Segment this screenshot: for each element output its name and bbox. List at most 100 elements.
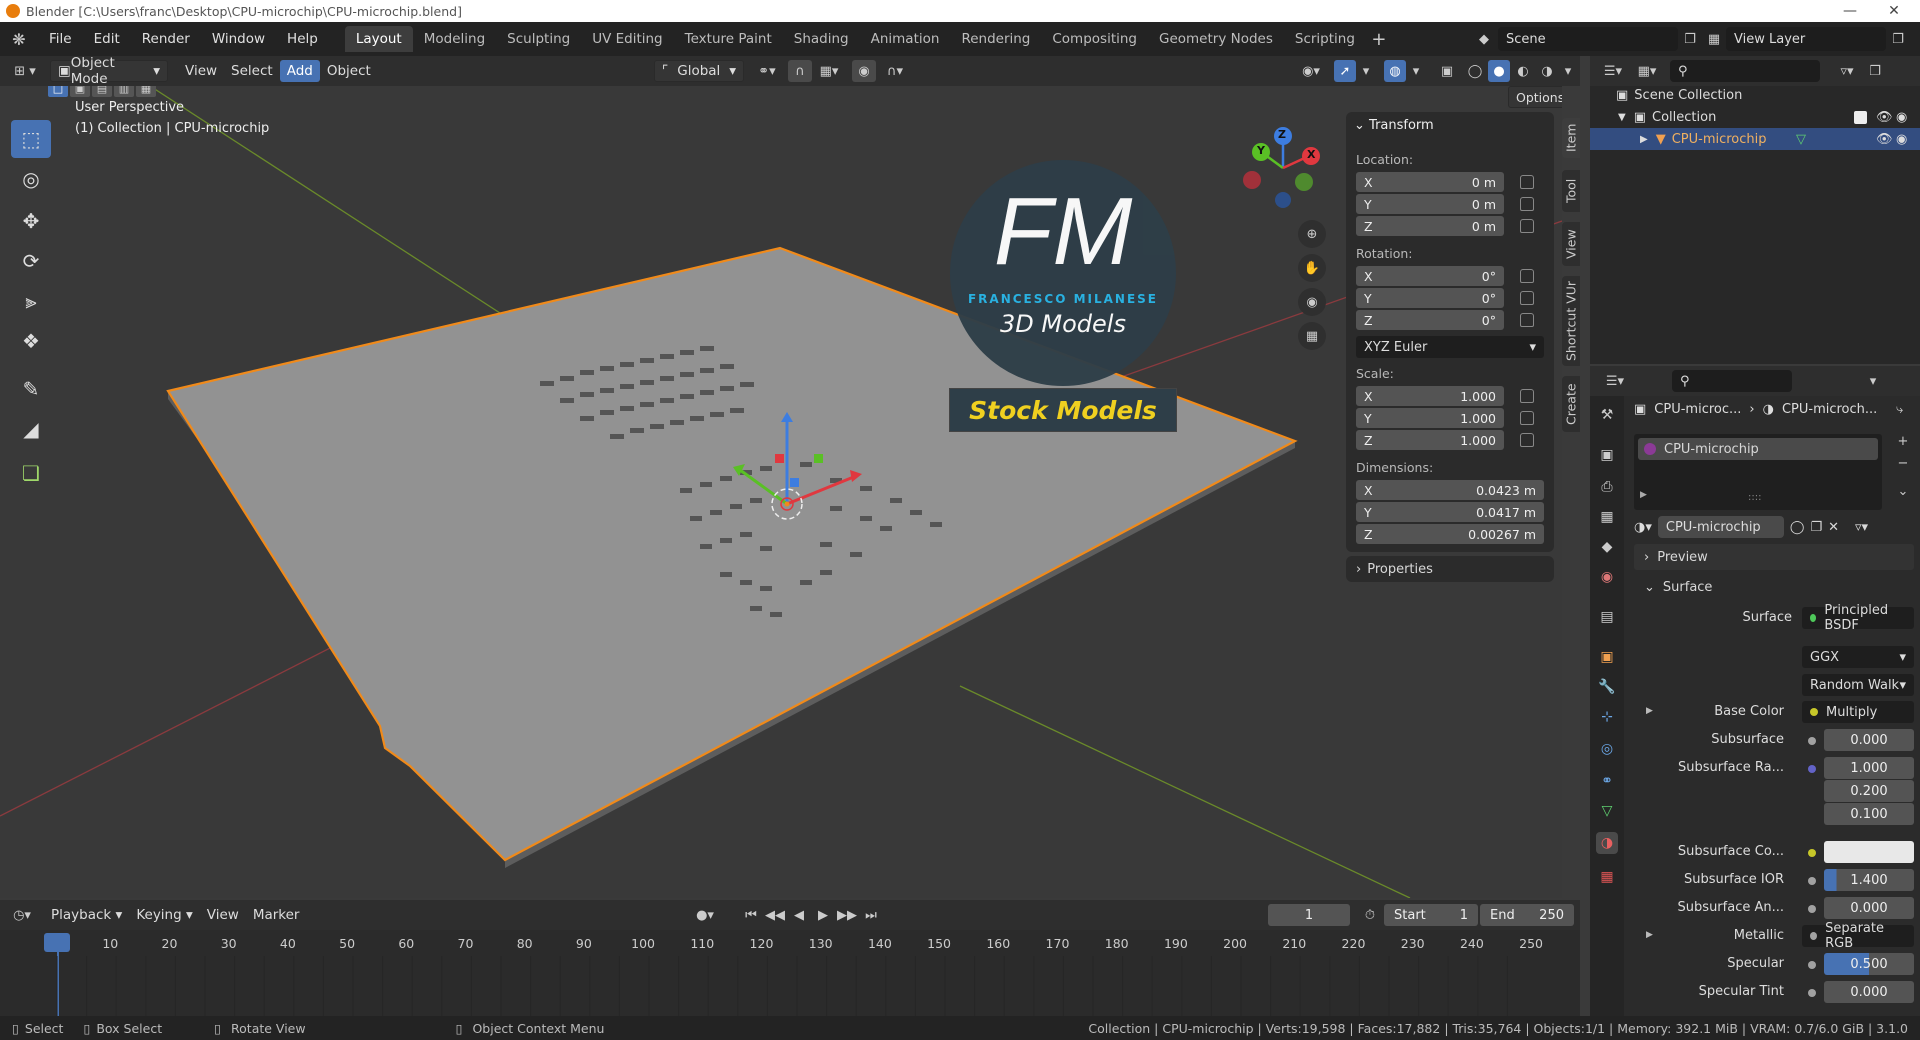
grip-icon[interactable]: :::: [1748,492,1761,503]
subsurface-radius-x-field[interactable]: 1.000 [1824,757,1914,779]
close-icon[interactable]: ✕ [1872,0,1916,22]
camera-render-icon[interactable]: ◉ [1896,110,1907,125]
wireframe-shading-icon[interactable]: ◯ [1464,64,1486,79]
tab-tool[interactable]: Tool [1562,170,1580,212]
chevron-down-icon[interactable]: ▾ [1408,64,1424,79]
add-workspace-icon[interactable]: + [1366,29,1392,50]
value-socket-icon[interactable] [1808,877,1816,885]
subsurface-anisotropy-field[interactable]: 0.000 [1824,897,1914,919]
vector-socket-icon[interactable] [1808,765,1816,773]
cursor-tool[interactable]: ◎ [11,160,51,198]
start-frame-field[interactable]: Start 1 [1384,904,1478,926]
end-frame-field[interactable]: End 250 [1480,904,1574,926]
render-tab-icon[interactable]: ▣ [1596,444,1618,466]
tab-geometry-nodes[interactable]: Geometry Nodes [1148,26,1284,52]
value-socket-icon[interactable] [1808,737,1816,745]
transform-tool[interactable]: ❖ [11,322,51,360]
lock-icon[interactable] [1520,269,1534,283]
camera-render-icon[interactable]: ◉ [1896,132,1907,147]
tool-tab-icon[interactable]: ⚒ [1596,404,1618,426]
base-color-field[interactable]: Multiply [1802,701,1914,723]
proportional-edit-icon[interactable]: ◉ [852,60,876,82]
snap-target-icon[interactable]: ▦▾ [814,64,844,79]
measure-tool[interactable]: ◢ [11,410,51,448]
gizmo-y-label[interactable]: Y [1257,144,1265,157]
scene-selector[interactable]: Scene [1498,27,1678,51]
tab-modeling[interactable]: Modeling [413,26,496,52]
metallic-field[interactable]: Separate RGB [1802,921,1914,951]
subsurface-field[interactable]: 0.000 [1824,729,1914,751]
value-socket-icon[interactable] [1808,989,1816,997]
menu-add[interactable]: Add [279,60,320,82]
tab-create[interactable]: Create [1562,376,1580,432]
specular-tint-field[interactable]: 0.000 [1824,981,1914,1003]
select-box-tool[interactable]: ⬚ [11,120,51,158]
color-socket-icon[interactable] [1808,849,1816,857]
tab-sculpting[interactable]: Sculpting [496,26,581,52]
play-icon[interactable]: ▶ [812,908,834,923]
material-shading-icon[interactable]: ◐ [1512,64,1534,79]
outliner-collection[interactable]: ▼ ▣ Collection 👁 ◉ [1590,106,1920,128]
specular-field[interactable]: 0.500 [1824,953,1914,975]
object-tab-icon[interactable]: ▣ [1596,646,1618,668]
tab-view[interactable]: View [1562,222,1580,266]
mode-dropdown[interactable]: ▣ Object Mode ▾ [50,55,168,87]
surface-shader-field[interactable]: Principled BSDF [1802,603,1914,633]
distribution-dropdown[interactable]: GGX ▾ [1802,646,1914,668]
select-subtract-icon[interactable]: ▤ [92,86,112,97]
eye-icon[interactable]: 👁 [1876,132,1893,147]
pan-hand-icon[interactable]: ✋ [1298,254,1326,282]
tab-rendering[interactable]: Rendering [950,26,1041,52]
3d-viewport[interactable]: Z Y X User Perspective (1) Collection | … [0,86,1562,898]
scale-x-field[interactable]: X 1.000 [1356,386,1504,406]
tab-scripting[interactable]: Scripting [1284,26,1366,52]
timeline-editor-icon[interactable]: ◷▾ [0,908,44,923]
surface-panel-header[interactable]: ⌄ Surface [1634,574,1914,600]
view-layer-selector[interactable]: View Layer [1726,27,1886,51]
menu-edit[interactable]: Edit [83,31,131,47]
gizmo-x-label[interactable]: X [1307,148,1315,161]
menu-help[interactable]: Help [276,31,329,47]
tab-shortcut-vur[interactable]: Shortcut VUr [1562,276,1580,366]
material-slot-list[interactable]: CPU-microchip ▶ :::: [1634,434,1882,510]
material-slot[interactable]: CPU-microchip [1638,438,1878,460]
blender-menu-icon[interactable]: ❋ [0,30,38,49]
menu-timeline-view[interactable]: View [200,904,246,926]
visibility-icon[interactable]: ◉▾ [1296,64,1326,79]
menu-keying[interactable]: Keying ▾ [129,904,199,926]
jump-start-icon[interactable]: ⏮ [740,908,762,923]
rotate-tool[interactable]: ⟳ [11,242,51,280]
rotation-x-field[interactable]: X 0° [1356,266,1504,286]
outliner-object-cpu-microchip[interactable]: ▶ ▼ CPU-microchip ▽ 👁 ◉ [1590,128,1920,150]
constraints-tab-icon[interactable]: ⚭ [1596,770,1618,792]
material-browse-icon[interactable]: ◑▾ [1634,520,1652,535]
physics-tab-icon[interactable]: ◎ [1596,738,1618,760]
menu-marker[interactable]: Marker [246,904,307,926]
lock-icon[interactable] [1520,389,1534,403]
menu-window[interactable]: Window [201,31,276,47]
scene-icon[interactable]: ◆ [1470,32,1498,47]
menu-file[interactable]: File [38,31,83,47]
subsurface-color-swatch[interactable] [1824,841,1914,863]
rotation-mode-dropdown[interactable]: XYZ Euler ▾ [1356,336,1544,358]
menu-view[interactable]: View [178,60,224,82]
outliner-scene-collection[interactable]: ▣ Scene Collection [1590,84,1920,106]
scale-y-field[interactable]: Y 1.000 [1356,408,1504,428]
lock-icon[interactable] [1520,175,1534,189]
new-scene-icon[interactable]: ❐ [1678,32,1702,47]
location-x-field[interactable]: X0 m [1356,172,1504,192]
rotation-z-field[interactable]: Z 0° [1356,310,1504,330]
dimension-z-field[interactable]: Z 0.00267 m [1356,524,1544,544]
world-tab-icon[interactable]: ◉ [1596,566,1618,588]
menu-select[interactable]: Select [224,60,280,82]
transform-header[interactable]: ⌄ Transform [1354,118,1434,133]
location-y-field[interactable]: Y0 m [1356,194,1504,214]
pin-icon[interactable]: ⤷ [1896,402,1903,417]
zoom-icon[interactable]: ⊕ [1298,220,1326,248]
preview-panel-header[interactable]: › Preview [1634,544,1914,570]
scale-z-field[interactable]: Z 1.000 [1356,430,1504,450]
move-tool[interactable]: ✥ [11,202,51,240]
gizmo-z-label[interactable]: Z [1278,128,1286,141]
minimize-icon[interactable]: — [1828,0,1872,22]
scene-tab-icon[interactable]: ◆ [1596,536,1618,558]
